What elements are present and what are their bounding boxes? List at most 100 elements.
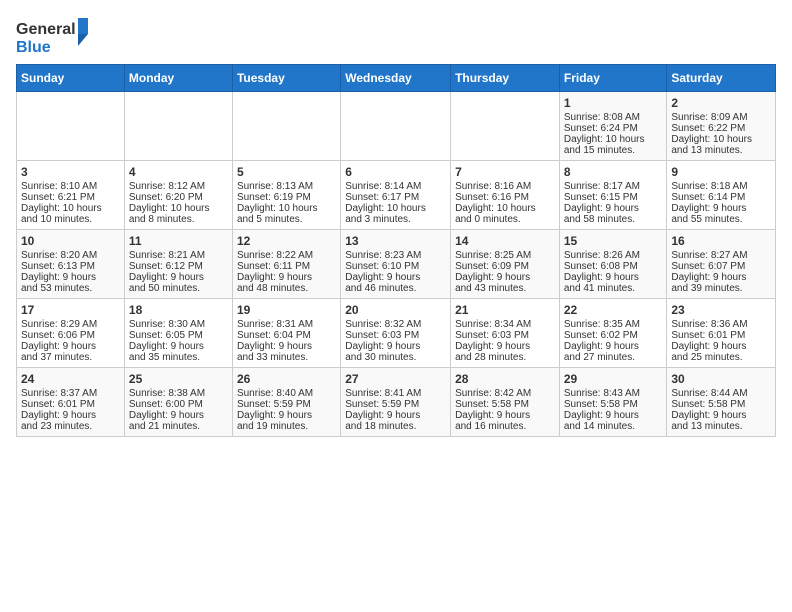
sun-info: Sunrise: 8:18 AM xyxy=(671,181,771,192)
calendar-body: 1Sunrise: 8:08 AMSunset: 6:24 PMDaylight… xyxy=(17,92,776,437)
sun-info: Sunrise: 8:21 AM xyxy=(129,250,228,261)
daylight-minutes: and 14 minutes. xyxy=(564,421,663,432)
sun-info: Sunset: 6:22 PM xyxy=(671,123,771,134)
day-cell: 11Sunrise: 8:21 AMSunset: 6:12 PMDayligh… xyxy=(124,230,232,299)
day-number: 10 xyxy=(21,234,120,248)
daylight-hours: Daylight: 9 hours xyxy=(129,272,228,283)
header-row: SundayMondayTuesdayWednesdayThursdayFrid… xyxy=(17,65,776,92)
sun-info: Sunrise: 8:36 AM xyxy=(671,319,771,330)
daylight-hours: Daylight: 9 hours xyxy=(455,410,555,421)
day-cell xyxy=(451,92,560,161)
daylight-hours: Daylight: 9 hours xyxy=(455,341,555,352)
day-cell xyxy=(341,92,451,161)
daylight-minutes: and 25 minutes. xyxy=(671,352,771,363)
daylight-minutes: and 33 minutes. xyxy=(237,352,336,363)
daylight-hours: Daylight: 9 hours xyxy=(671,341,771,352)
day-cell: 1 Sunrise: 8:08 AMSunset: 6:24 PMDaylight… xyxy=(559,92,667,161)
sun-info: Sunset: 6:13 PM xyxy=(21,261,120,272)
day-number: 27 xyxy=(345,372,446,386)
day-cell: 29Sunrise: 8:43 AMSunset: 5:58 PMDayligh… xyxy=(559,368,667,437)
day-number: 1 xyxy=(564,96,663,110)
day-cell: 26Sunrise: 8:40 AMSunset: 5:59 PMDayligh… xyxy=(232,368,340,437)
sun-info: Sunrise: 8:20 AM xyxy=(21,250,120,261)
day-number: 8 xyxy=(564,165,663,179)
daylight-minutes: and 43 minutes. xyxy=(455,283,555,294)
svg-text:General: General xyxy=(16,21,76,38)
sun-info: Sunset: 6:02 PM xyxy=(564,330,663,341)
day-cell: 21Sunrise: 8:34 AMSunset: 6:03 PMDayligh… xyxy=(451,299,560,368)
sun-info: Sunrise: 8:41 AM xyxy=(345,388,446,399)
sun-info: Sunset: 6:01 PM xyxy=(671,330,771,341)
daylight-minutes: and 8 minutes. xyxy=(129,214,228,225)
day-cell xyxy=(124,92,232,161)
daylight-minutes: and 55 minutes. xyxy=(671,214,771,225)
day-cell: 15Sunrise: 8:26 AMSunset: 6:08 PMDayligh… xyxy=(559,230,667,299)
daylight-minutes: and 5 minutes. xyxy=(237,214,336,225)
header-cell-friday: Friday xyxy=(559,65,667,92)
daylight-minutes: and 13 minutes. xyxy=(671,421,771,432)
day-cell: 12Sunrise: 8:22 AMSunset: 6:11 PMDayligh… xyxy=(232,230,340,299)
day-number: 6 xyxy=(345,165,446,179)
daylight-minutes: and 10 minutes. xyxy=(21,214,120,225)
day-number: 29 xyxy=(564,372,663,386)
day-cell: 16Sunrise: 8:27 AMSunset: 6:07 PMDayligh… xyxy=(667,230,776,299)
daylight-hours: Daylight: 10 hours xyxy=(671,134,771,145)
daylight-minutes: and 58 minutes. xyxy=(564,214,663,225)
calendar-table: SundayMondayTuesdayWednesdayThursdayFrid… xyxy=(16,64,776,437)
daylight-hours: Daylight: 10 hours xyxy=(237,203,336,214)
sun-info: Sunrise: 8:08 AM xyxy=(564,112,663,123)
daylight-hours: Daylight: 9 hours xyxy=(671,203,771,214)
day-number: 5 xyxy=(237,165,336,179)
day-cell: 9 Sunrise: 8:18 AMSunset: 6:14 PMDaylight… xyxy=(667,161,776,230)
sun-info: Sunrise: 8:32 AM xyxy=(345,319,446,330)
day-number: 15 xyxy=(564,234,663,248)
sun-info: Sunrise: 8:34 AM xyxy=(455,319,555,330)
daylight-minutes: and 13 minutes. xyxy=(671,145,771,156)
day-number: 4 xyxy=(129,165,228,179)
daylight-hours: Daylight: 9 hours xyxy=(21,341,120,352)
calendar-header: SundayMondayTuesdayWednesdayThursdayFrid… xyxy=(17,65,776,92)
day-cell: 27Sunrise: 8:41 AMSunset: 5:59 PMDayligh… xyxy=(341,368,451,437)
day-cell: 8Sunrise: 8:17 AMSunset: 6:15 PMDaylight… xyxy=(559,161,667,230)
daylight-minutes: and 23 minutes. xyxy=(21,421,120,432)
day-cell: 24Sunrise: 8:37 AMSunset: 6:01 PMDayligh… xyxy=(17,368,125,437)
header-cell-thursday: Thursday xyxy=(451,65,560,92)
sun-info: Sunrise: 8:22 AM xyxy=(237,250,336,261)
sun-info: Sunset: 6:14 PM xyxy=(671,192,771,203)
daylight-minutes: and 0 minutes. xyxy=(455,214,555,225)
daylight-minutes: and 28 minutes. xyxy=(455,352,555,363)
daylight-hours: Daylight: 10 hours xyxy=(564,134,663,145)
sun-info: Sunset: 6:12 PM xyxy=(129,261,228,272)
day-cell: 4Sunrise: 8:12 AMSunset: 6:20 PMDaylight… xyxy=(124,161,232,230)
sun-info: Sunrise: 8:17 AM xyxy=(564,181,663,192)
daylight-minutes: and 16 minutes. xyxy=(455,421,555,432)
daylight-hours: Daylight: 10 hours xyxy=(345,203,446,214)
sun-info: Sunrise: 8:26 AM xyxy=(564,250,663,261)
sun-info: Sunset: 5:58 PM xyxy=(455,399,555,410)
sun-info: Sunrise: 8:37 AM xyxy=(21,388,120,399)
day-number: 23 xyxy=(671,303,771,317)
daylight-hours: Daylight: 9 hours xyxy=(237,341,336,352)
daylight-hours: Daylight: 9 hours xyxy=(237,272,336,283)
sun-info: Sunset: 6:17 PM xyxy=(345,192,446,203)
sun-info: Sunset: 5:59 PM xyxy=(345,399,446,410)
day-cell: 6Sunrise: 8:14 AMSunset: 6:17 PMDaylight… xyxy=(341,161,451,230)
sun-info: Sunset: 6:05 PM xyxy=(129,330,228,341)
sun-info: Sunrise: 8:09 AM xyxy=(671,112,771,123)
sun-info: Sunrise: 8:16 AM xyxy=(455,181,555,192)
day-cell: 18Sunrise: 8:30 AMSunset: 6:05 PMDayligh… xyxy=(124,299,232,368)
header-cell-monday: Monday xyxy=(124,65,232,92)
sun-info: Sunrise: 8:29 AM xyxy=(21,319,120,330)
day-cell: 14Sunrise: 8:25 AMSunset: 6:09 PMDayligh… xyxy=(451,230,560,299)
sun-info: Sunset: 6:24 PM xyxy=(564,123,663,134)
day-number: 9 xyxy=(671,165,771,179)
week-row-2: 10 Sunrise: 8:20 AMSunset: 6:13 PM Dayligh… xyxy=(17,230,776,299)
sun-info: Sunset: 6:15 PM xyxy=(564,192,663,203)
daylight-minutes: and 39 minutes. xyxy=(671,283,771,294)
sun-info: Sunset: 6:00 PM xyxy=(129,399,228,410)
logo-svg: GeneralBlue xyxy=(16,16,96,56)
day-number: 14 xyxy=(455,234,555,248)
daylight-minutes: and 53 minutes. xyxy=(21,283,120,294)
daylight-minutes: and 30 minutes. xyxy=(345,352,446,363)
daylight-hours: Daylight: 9 hours xyxy=(21,410,120,421)
